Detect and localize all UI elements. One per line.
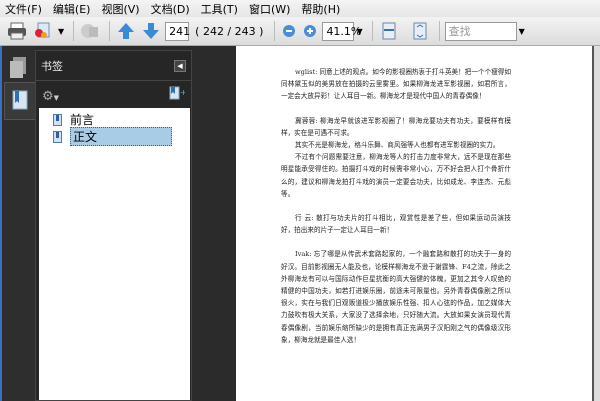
fit-page-button[interactable] (409, 20, 431, 42)
document-page: wglist: 同意上述的观点。如今的影视圈热衷于打斗英美！把一个个瘦得如同林黛… (236, 46, 594, 401)
scroll-gutter (594, 46, 600, 401)
panel-title: 书签 (41, 59, 63, 73)
menu-tools[interactable]: 工具(T) (196, 1, 244, 17)
zoom-in-button[interactable] (301, 20, 319, 42)
chevron-down-icon[interactable]: ▼ (519, 27, 525, 36)
navigation-pane (0, 46, 36, 401)
paragraph: 不过有个问题需要注意，柳海龙等人的打击力度非常大，远不是现在那些明星能承受得住的… (281, 153, 511, 198)
bookmarks-panel-button[interactable] (4, 82, 36, 120)
new-bookmark-button[interactable]: + (169, 85, 187, 104)
toolbar-divider (274, 21, 276, 41)
fit-width-button[interactable] (378, 20, 400, 42)
zoom-out-icon (283, 25, 296, 37)
printer-icon (8, 22, 26, 40)
collaborate-icon (81, 24, 99, 38)
bookmark-icon (12, 90, 28, 110)
bookmark-item-main-text[interactable]: 正文 (39, 127, 190, 146)
create-pdf-icon (35, 22, 50, 38)
page-number-input[interactable]: 241 (165, 21, 190, 41)
paragraph: 冀蓉蓉: 柳海龙早就该进军影视圈了！柳海龙要功夫有功夫，要模样有模样，实在是可遇… (281, 116, 511, 137)
options-button[interactable]: ⚙▼ (42, 85, 59, 104)
collaborate-button[interactable] (79, 20, 101, 42)
print-button[interactable] (6, 20, 28, 42)
gear-icon: ⚙ (42, 88, 54, 104)
bookmarks-panel: 书签 ◀ ⚙▼ + 前言 正文 (35, 50, 192, 401)
pages-panel-icon[interactable] (8, 56, 28, 80)
toolbar-divider (73, 21, 75, 41)
arrow-down-icon (143, 23, 160, 39)
menu-edit[interactable]: 编辑(E) (48, 1, 97, 17)
paragraph: 行 云: 散打与功夫片的打斗相比，观赏性是差了些，但如果运动员演技好，拍出来的片… (281, 214, 511, 235)
collapse-panel-button[interactable]: ◀ (174, 59, 186, 72)
next-page-button[interactable] (140, 20, 162, 42)
menu-bar: 文件(F) 编辑(E) 视图(V) 文档(D) 工具(T) 窗口(W) 帮助(H… (0, 0, 600, 17)
paragraph: Ivak: 忘了哪是从传武术套路起家的，一个融套路和散打的功夫于一身的好汉。目前… (281, 250, 511, 344)
toolbar-divider (109, 21, 111, 41)
chevron-down-icon[interactable]: ▼ (58, 27, 64, 36)
document-text: wglist: 同意上述的观点。如今的影视圈热衷于打斗英美！把一个个瘦得如同林黛… (281, 66, 511, 346)
menu-view[interactable]: 视图(V) (96, 1, 145, 17)
zoom-in-icon (304, 25, 317, 37)
menu-file[interactable]: 文件(F) (0, 1, 48, 17)
svg-text:+: + (180, 88, 185, 97)
bookmark-icon (53, 113, 62, 126)
bookmark-list: 前言 正文 (39, 108, 190, 400)
chevron-down-icon: ▼ (53, 93, 60, 102)
bookmark-label: 前言 (70, 113, 95, 127)
zoom-level-input[interactable]: 41.1% (322, 21, 361, 41)
bookmark-item-preface[interactable]: 前言 (39, 111, 190, 128)
chevron-down-icon[interactable]: ▼ (356, 27, 362, 36)
menu-help[interactable]: 帮助(H) (296, 1, 346, 17)
fit-page-icon (413, 22, 427, 40)
bookmark-label: 正文 (70, 127, 173, 146)
paragraph: 其实不光是柳海龙，格斗乐舞、商风强等人也都有进军影视圈的实力。 (295, 141, 500, 150)
toolbar-divider (371, 21, 373, 41)
menu-document[interactable]: 文档(D) (146, 1, 196, 17)
search-input[interactable]: 查找 (444, 21, 517, 41)
create-pdf-button[interactable] (31, 20, 53, 42)
new-bookmark-icon: + (169, 86, 187, 99)
previous-page-button[interactable] (115, 20, 137, 42)
fit-width-icon (382, 22, 396, 40)
bookmark-icon (53, 130, 62, 143)
zoom-out-button[interactable] (280, 20, 298, 42)
toolbar: ▼ 241 ( 242 / 243 ) 41.1% ▼ 查找 ▼ (0, 17, 600, 46)
page-count: ( 242 / 243 ) (195, 24, 264, 38)
paragraph: wglist: 同意上述的观点。如今的影视圈热衷于打斗英美！把一个个瘦得如同林黛… (281, 68, 511, 101)
toolbar-divider (438, 21, 440, 41)
menu-window[interactable]: 窗口(W) (244, 1, 296, 17)
arrow-up-icon (118, 23, 135, 39)
